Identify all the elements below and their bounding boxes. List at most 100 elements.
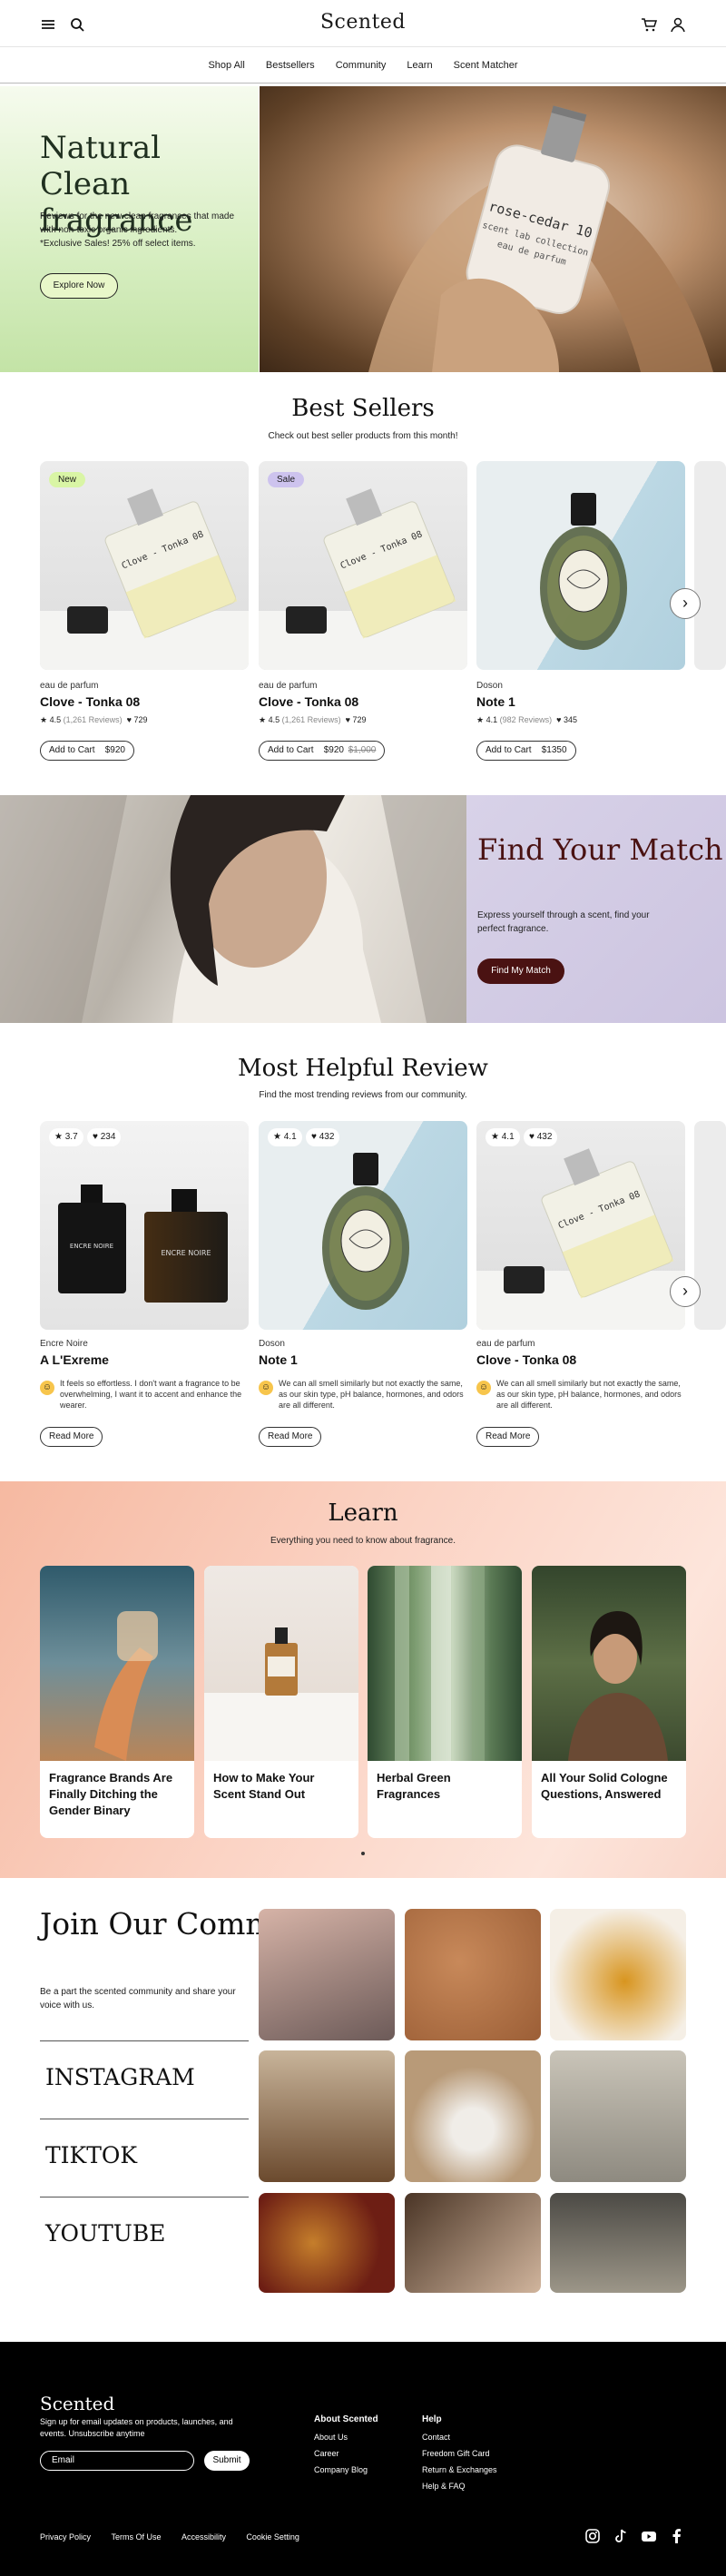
site-logo[interactable]: Scented bbox=[0, 11, 726, 34]
learn-card-title: Fragrance Brands Are Finally Ditching th… bbox=[49, 1771, 173, 1817]
rating-badge: ★ 4.1 bbox=[486, 1128, 520, 1146]
community-photo[interactable] bbox=[550, 2193, 686, 2293]
read-more-button[interactable]: Read More bbox=[259, 1427, 322, 1447]
youtube-link[interactable]: YOUTUBE bbox=[40, 2197, 249, 2275]
rating-badge: ★ 3.7 bbox=[49, 1128, 83, 1146]
footer-link[interactable]: Help & FAQ bbox=[422, 2482, 497, 2491]
find-my-match-button[interactable]: Find My Match bbox=[477, 959, 564, 984]
likes-badge: ♥ 432 bbox=[306, 1128, 340, 1146]
hero-text-panel: Natural Clean fragrance Reviews for the … bbox=[0, 86, 259, 372]
instagram-icon[interactable] bbox=[584, 2528, 601, 2544]
tiktok-icon[interactable] bbox=[613, 2528, 629, 2544]
community-photo[interactable] bbox=[405, 2050, 541, 2182]
site-header: Scented bbox=[0, 0, 726, 47]
reviews-title: Most Helpful Review bbox=[238, 1055, 488, 1082]
rating-badge: ★ 4.1 bbox=[268, 1128, 302, 1146]
product-name[interactable]: Clove - Tonka 08 bbox=[259, 694, 358, 709]
terms-link[interactable]: Terms Of Use bbox=[111, 2532, 161, 2542]
footer-help-title: Help bbox=[422, 2414, 442, 2424]
user-icon[interactable] bbox=[670, 16, 686, 33]
nav-shop-all[interactable]: Shop All bbox=[208, 47, 244, 84]
main-nav: Shop All Bestsellers Community Learn Sce… bbox=[0, 47, 726, 84]
product-image[interactable] bbox=[476, 461, 685, 670]
footer-link[interactable]: Company Blog bbox=[314, 2465, 378, 2474]
product-brand: eau de parfum bbox=[259, 681, 318, 691]
footer-about-column: About Scented About Us Career Company Bl… bbox=[314, 2414, 378, 2482]
explore-now-button[interactable]: Explore Now bbox=[40, 273, 118, 299]
tiktok-link[interactable]: TIKTOK bbox=[40, 2119, 249, 2197]
heart-icon: ♥ bbox=[529, 1132, 535, 1142]
learn-card[interactable]: All Your Solid Cologne Questions, Answer… bbox=[532, 1566, 686, 1838]
nav-scent-matcher[interactable]: Scent Matcher bbox=[454, 47, 518, 84]
add-to-cart-button[interactable]: Add to Cart $920 $1,000 bbox=[259, 741, 386, 761]
product-rating: ★ 4.5 (1,261 Reviews) ♥ 729 bbox=[40, 715, 148, 724]
footer-link[interactable]: Freedom Gift Card bbox=[422, 2449, 497, 2458]
carousel-next-button[interactable]: › bbox=[670, 588, 701, 619]
read-more-button[interactable]: Read More bbox=[476, 1427, 540, 1447]
review-image[interactable]: ENCRE NOIRE ENCRE NOIRE ★ 3.7 ♥ 234 bbox=[40, 1121, 249, 1330]
nav-community[interactable]: Community bbox=[336, 47, 387, 84]
hero-perfume-hand-illustration: rose-cedar 10 scent lab collection eau d… bbox=[368, 105, 713, 372]
product-name[interactable]: Note 1 bbox=[476, 694, 515, 709]
learn-card-title: All Your Solid Cologne Questions, Answer… bbox=[541, 1771, 668, 1801]
svg-text:ENCRE NOIRE: ENCRE NOIRE bbox=[70, 1243, 113, 1250]
instagram-link[interactable]: INSTAGRAM bbox=[40, 2040, 249, 2119]
carousel-dot[interactable] bbox=[361, 1852, 365, 1855]
review-product-name[interactable]: Note 1 bbox=[259, 1352, 298, 1367]
product-name[interactable]: Clove - Tonka 08 bbox=[40, 694, 140, 709]
smile-emoji-icon: ☺ bbox=[40, 1381, 54, 1395]
heart-icon: ♥ bbox=[345, 715, 351, 724]
footer-link[interactable]: Return & Exchanges bbox=[422, 2465, 497, 2474]
email-input[interactable]: Email bbox=[40, 2451, 194, 2471]
product-image[interactable]: Clove - Tonka 08 New bbox=[40, 461, 249, 670]
heart-icon: ♥ bbox=[126, 715, 132, 724]
heart-icon: ♥ bbox=[556, 715, 562, 724]
community-photo[interactable] bbox=[550, 2050, 686, 2182]
read-more-button[interactable]: Read More bbox=[40, 1427, 103, 1447]
community-photo[interactable] bbox=[405, 1909, 541, 2040]
footer-link[interactable]: Contact bbox=[422, 2433, 497, 2442]
community-photo[interactable] bbox=[259, 2050, 395, 2182]
learn-card[interactable]: How to Make Your Scent Stand Out bbox=[204, 1566, 358, 1838]
community-photo[interactable] bbox=[550, 1909, 686, 2040]
review-product-name[interactable]: Clove - Tonka 08 bbox=[476, 1352, 576, 1367]
carousel-next-button[interactable]: › bbox=[670, 1276, 701, 1307]
find-match-body: Express yourself through a scent, find y… bbox=[477, 910, 650, 934]
best-sellers-subtitle: Check out best seller products from this… bbox=[268, 431, 458, 441]
nav-bestsellers[interactable]: Bestsellers bbox=[266, 47, 315, 84]
learn-card-image bbox=[40, 1566, 194, 1761]
hero-promo: *Exclusive Sales! 25% off select items. bbox=[40, 239, 196, 249]
review-product-name[interactable]: A L'Exreme bbox=[40, 1352, 109, 1367]
product-brand: Doson bbox=[476, 681, 503, 691]
review-image[interactable]: ★ 4.1 ♥ 432 bbox=[259, 1121, 467, 1330]
review-brand: Doson bbox=[259, 1339, 285, 1349]
next-product-peek bbox=[694, 461, 726, 670]
product-brand: eau de parfum bbox=[40, 681, 99, 691]
review-image[interactable]: Clove - Tonka 08 ★ 4.1 ♥ 432 bbox=[476, 1121, 685, 1330]
likes-badge: ♥ 432 bbox=[524, 1128, 558, 1146]
star-icon: ★ bbox=[273, 1132, 281, 1142]
add-to-cart-button[interactable]: Add to Cart $920 bbox=[40, 741, 134, 761]
best-sellers-title: Best Sellers bbox=[291, 395, 435, 422]
accessibility-link[interactable]: Accessibility bbox=[182, 2532, 226, 2542]
cart-icon[interactable] bbox=[641, 16, 657, 33]
facebook-icon[interactable] bbox=[669, 2528, 685, 2544]
nav-learn[interactable]: Learn bbox=[407, 47, 432, 84]
submit-button[interactable]: Submit bbox=[204, 2451, 250, 2471]
reviews-subtitle: Find the most trending reviews from our … bbox=[259, 1090, 467, 1100]
footer-logo[interactable]: Scented bbox=[40, 2393, 114, 2414]
community-photo[interactable] bbox=[405, 2193, 541, 2293]
community-photo[interactable] bbox=[259, 1909, 395, 2040]
cookie-setting-link[interactable]: Cookie Setting bbox=[246, 2532, 299, 2542]
learn-card[interactable]: Herbal Green Fragrances bbox=[368, 1566, 522, 1838]
youtube-icon[interactable] bbox=[641, 2528, 657, 2544]
footer-link[interactable]: About Us bbox=[314, 2433, 378, 2442]
product-image[interactable]: Clove - Tonka 08 Sale bbox=[259, 461, 467, 670]
learn-card[interactable]: Fragrance Brands Are Finally Ditching th… bbox=[40, 1566, 194, 1838]
add-to-cart-button[interactable]: Add to Cart $1350 bbox=[476, 741, 576, 761]
community-photo[interactable] bbox=[259, 2193, 395, 2293]
smile-emoji-icon: ☺ bbox=[476, 1381, 491, 1395]
svg-text:ENCRE NOIRE: ENCRE NOIRE bbox=[161, 1249, 211, 1257]
footer-link[interactable]: Career bbox=[314, 2449, 378, 2458]
privacy-policy-link[interactable]: Privacy Policy bbox=[40, 2532, 91, 2542]
